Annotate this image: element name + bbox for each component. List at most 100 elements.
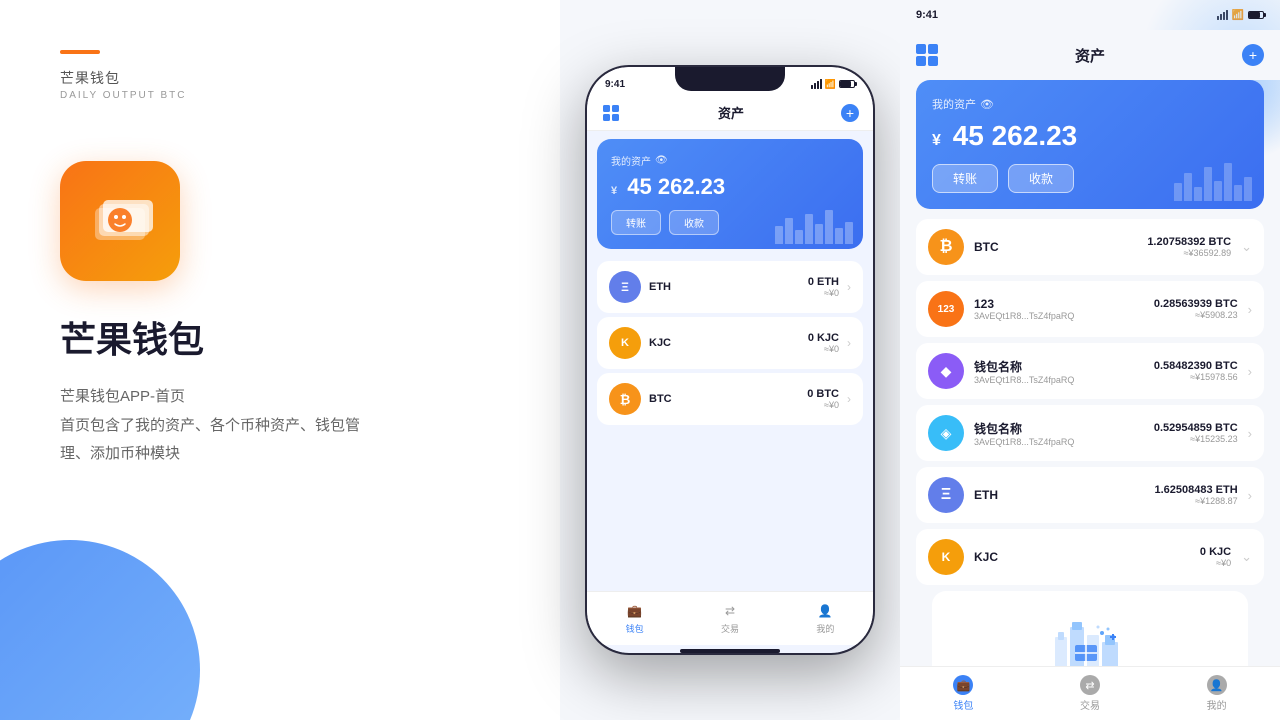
wallet-nav-label: 钱包	[626, 622, 644, 635]
coin-item-btc[interactable]: ₿ BTC 0 BTC ≈¥0 ›	[597, 373, 863, 425]
middle-panel: 9:41 📶	[560, 0, 900, 720]
eth-create-illustration	[1050, 607, 1130, 666]
eth-arrow: ›	[847, 280, 851, 294]
home-indicator	[680, 649, 780, 653]
right-add-icon[interactable]: +	[1242, 44, 1264, 66]
transfer-button[interactable]: 转账	[611, 210, 661, 235]
app-title: 芒果钱包	[60, 311, 500, 363]
eth-amount: 0 ETH	[808, 276, 839, 288]
signal-icon	[811, 79, 822, 89]
bottom-nav-wallet[interactable]: 💼 钱包	[587, 592, 682, 645]
receive-button[interactable]: 收款	[669, 210, 719, 235]
card-decoration	[775, 210, 853, 244]
right-wallet-icon: 💼	[953, 675, 973, 695]
add-icon[interactable]: +	[841, 104, 859, 122]
app-icon	[60, 161, 180, 281]
right-wallet2-fiat: ≈¥15235.23	[1154, 434, 1238, 444]
right-btc-arrow: ⌄	[1241, 239, 1252, 255]
eth-name: ETH	[649, 281, 800, 293]
right-wallet2-icon: ◈	[928, 415, 964, 451]
right-btc-amount: 1.20758392 BTC	[1147, 236, 1231, 248]
battery-icon	[839, 80, 855, 88]
right-eye-icon[interactable]: 👁	[980, 98, 994, 111]
eye-icon[interactable]: 👁	[655, 155, 668, 166]
right-card-deco	[1174, 163, 1252, 201]
right-wallet-label: 钱包	[953, 697, 973, 712]
right-asset-amount: ¥ 45 262.23	[932, 120, 1248, 152]
deco-circle	[0, 540, 200, 720]
right-asset-card: 我的资产 👁 ¥ 45 262.23 转账 收款	[916, 80, 1264, 209]
right-eth-fiat: ≈¥1288.87	[1154, 496, 1237, 506]
right-wallet1-fiat: ≈¥15978.56	[1154, 372, 1238, 382]
eth-icon: Ξ	[609, 271, 641, 303]
right-coin-123[interactable]: 123 123 3AvEQt1R8...TsZ4fpaRQ 0.28563939…	[916, 281, 1264, 337]
right-wallet1-arrow: ›	[1248, 364, 1252, 379]
right-wallet2-arrow: ›	[1248, 426, 1252, 441]
menu-icon[interactable]	[601, 103, 621, 123]
right-coin-list: ₿ BTC 1.20758392 BTC ≈¥36592.89 ⌄ 123 12…	[900, 219, 1280, 666]
right-battery-icon	[1248, 11, 1264, 19]
phone-asset-card: 我的资产 👁 ¥ 45 262.23 转账 收款	[597, 139, 863, 249]
right-coin-wallet1[interactable]: ◆ 钱包名称 3AvEQt1R8...TsZ4fpaRQ 0.58482390 …	[916, 343, 1264, 399]
right-wallet1-name: 钱包名称	[974, 358, 1144, 375]
right-wallet1-amount: 0.58482390 BTC	[1154, 360, 1238, 372]
right-wallet1-icon: ◆	[928, 353, 964, 389]
right-coin-kjc[interactable]: K KJC 0 KJC ≈¥0 ⌄	[916, 529, 1264, 585]
kjc-amount: 0 KJC	[808, 332, 839, 344]
right-wallet2-amount: 0.52954859 BTC	[1154, 422, 1238, 434]
right-topbar: 资产 +	[900, 30, 1280, 80]
right-kjc-amount: 0 KJC	[1200, 546, 1231, 558]
right-asset-label: 我的资产 👁	[932, 96, 1248, 112]
bottom-nav-mine[interactable]: 👤 我的	[778, 592, 873, 645]
right-kjc-icon: K	[928, 539, 964, 575]
right-nav-trade[interactable]: ⇄ 交易	[1027, 667, 1154, 720]
right-coin-btc[interactable]: ₿ BTC 1.20758392 BTC ≈¥36592.89 ⌄	[916, 219, 1264, 275]
right-123-icon: 123	[928, 291, 964, 327]
right-eth-arrow: ›	[1248, 488, 1252, 503]
right-coin-eth[interactable]: Ξ ETH 1.62508483 ETH ≈¥1288.87 ›	[916, 467, 1264, 523]
kjc-arrow: ›	[847, 336, 851, 350]
btc-amount: 0 BTC	[807, 388, 839, 400]
right-coin-wallet2[interactable]: ◈ 钱包名称 3AvEQt1R8...TsZ4fpaRQ 0.52954859 …	[916, 405, 1264, 461]
eth-create-card: 请先创建或导入ETH钱包 创建 导入	[932, 591, 1248, 666]
coin-item-eth[interactable]: Ξ ETH 0 ETH ≈¥0 ›	[597, 261, 863, 313]
kjc-icon: K	[609, 327, 641, 359]
phone-bottom-nav: 💼 钱包 ⇄ 交易 👤 我的	[587, 591, 873, 645]
right-nav-wallet[interactable]: 💼 钱包	[900, 667, 1027, 720]
phone-nav: 资产 +	[587, 95, 873, 131]
bottom-nav-trade[interactable]: ⇄ 交易	[682, 592, 777, 645]
right-kjc-name: KJC	[974, 550, 1190, 564]
brand-name-small: 芒果钱包	[60, 68, 500, 88]
right-trade-label: 交易	[1080, 697, 1100, 712]
right-nav-title: 资产	[1075, 45, 1105, 66]
left-panel: 芒果钱包 DAILY OUTPUT BTC 芒果钱包 芒果钱包APP-首页 首页…	[0, 0, 560, 720]
mine-nav-icon: 👤	[816, 602, 834, 620]
right-receive-button[interactable]: 收款	[1008, 164, 1074, 193]
right-eth-amount: 1.62508483 ETH	[1154, 484, 1237, 496]
right-123-name: 123	[974, 297, 1144, 311]
right-eth-name: ETH	[974, 488, 1144, 502]
right-kjc-arrow: ⌄	[1241, 549, 1252, 565]
phone-coin-list: Ξ ETH 0 ETH ≈¥0 › K KJ	[587, 257, 873, 591]
right-menu-icon[interactable]	[916, 44, 938, 66]
right-mine-label: 我的	[1207, 697, 1227, 712]
phone-notch	[675, 67, 785, 91]
eth-fiat: ≈¥0	[808, 288, 839, 298]
phone-nav-title: 资产	[718, 103, 744, 122]
trade-nav-icon: ⇄	[721, 602, 739, 620]
right-nav-mine[interactable]: 👤 我的	[1153, 667, 1280, 720]
right-trade-icon: ⇄	[1080, 675, 1100, 695]
right-123-addr: 3AvEQt1R8...TsZ4fpaRQ	[974, 311, 1144, 321]
right-wallet2-name: 钱包名称	[974, 420, 1144, 437]
right-panel: 9:41 📶 资产 + 我的资产 👁 ¥ 45 262.23 转账	[900, 0, 1280, 720]
coin-item-kjc[interactable]: K KJC 0 KJC ≈¥0 ›	[597, 317, 863, 369]
trade-nav-label: 交易	[721, 622, 739, 635]
accent-bar	[60, 50, 100, 54]
wallet-nav-icon: 💼	[626, 602, 644, 620]
right-transfer-button[interactable]: 转账	[932, 164, 998, 193]
right-wallet2-addr: 3AvEQt1R8...TsZ4fpaRQ	[974, 437, 1144, 447]
kjc-fiat: ≈¥0	[808, 344, 839, 354]
btc-name: BTC	[649, 393, 799, 405]
btc-arrow: ›	[847, 392, 851, 406]
app-desc: 芒果钱包APP-首页 首页包含了我的资产、各个币种资产、钱包管 理、添加币种模块	[60, 383, 500, 469]
